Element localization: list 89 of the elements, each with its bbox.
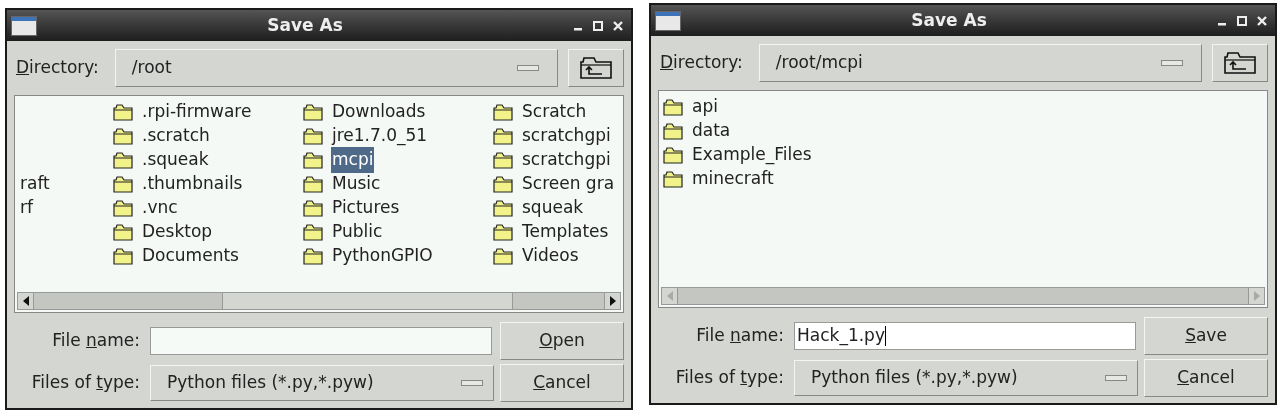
folder-icon xyxy=(303,175,323,193)
parent-folder-button[interactable] xyxy=(568,49,624,87)
folder-item[interactable]: Screen gra xyxy=(521,171,616,197)
folder-item[interactable]: .scratch xyxy=(141,123,211,149)
folder-item[interactable]: Downloads xyxy=(331,99,427,125)
file-type-dropdown[interactable]: Python files (*.py,*.pyw) xyxy=(150,365,494,401)
directory-label: Directory: xyxy=(659,51,743,75)
window-icon xyxy=(655,10,681,31)
folder-icon xyxy=(663,170,683,188)
parent-folder-button[interactable] xyxy=(1212,44,1268,82)
folder-item[interactable]: Music xyxy=(331,171,382,197)
file-item[interactable]: rf xyxy=(19,195,34,221)
folder-item[interactable]: Example_Files xyxy=(691,142,813,168)
window-title: Save As xyxy=(910,8,988,32)
folder-up-icon xyxy=(580,57,612,79)
folder-icon xyxy=(303,103,323,121)
cancel-button[interactable]: Cancel xyxy=(500,364,624,402)
folder-item[interactable]: Scratch xyxy=(521,99,588,125)
folder-item[interactable]: data xyxy=(691,118,732,144)
scrollbar-thumb[interactable] xyxy=(222,293,513,309)
maximize-icon[interactable] xyxy=(1237,15,1247,26)
folder-item[interactable]: Templates xyxy=(521,219,610,245)
close-icon[interactable] xyxy=(1257,15,1267,26)
scroll-left-icon[interactable] xyxy=(21,296,30,306)
folder-item[interactable]: Documents xyxy=(141,243,240,269)
folder-item[interactable]: squeak xyxy=(521,195,585,221)
folder-icon xyxy=(113,103,133,121)
cancel-button[interactable]: Cancel xyxy=(1144,359,1268,397)
folder-icon xyxy=(493,175,513,193)
maximize-icon[interactable] xyxy=(593,20,603,31)
primary-button[interactable]: Open xyxy=(500,322,624,360)
folder-item[interactable]: .vnc xyxy=(141,195,179,221)
folder-item[interactable]: Desktop xyxy=(141,219,214,245)
folder-item[interactable]: scratchgpi xyxy=(521,147,612,173)
horizontal-scrollbar[interactable] xyxy=(17,292,621,310)
folder-item[interactable]: mcpi xyxy=(331,147,375,173)
folder-icon xyxy=(303,199,323,217)
file-item[interactable]: raft xyxy=(19,171,51,197)
folder-item[interactable]: Videos xyxy=(521,243,580,269)
folder-icon xyxy=(303,247,323,265)
folder-item[interactable]: .thumbnails xyxy=(141,171,244,197)
primary-button[interactable]: Save xyxy=(1144,317,1268,355)
file-type-dropdown[interactable]: Python files (*.py,*.pyw) xyxy=(794,360,1138,396)
folder-icon xyxy=(303,127,323,145)
file-name-field[interactable]: Hack_1.py xyxy=(794,322,1136,350)
folder-icon xyxy=(113,175,133,193)
folder-icon xyxy=(493,151,513,169)
folder-icon xyxy=(493,223,513,241)
folder-up-icon xyxy=(1224,52,1256,74)
file-type-label: Files of type: xyxy=(674,366,784,390)
folder-item[interactable]: Pictures xyxy=(331,195,401,221)
dropdown-indicator-icon xyxy=(461,380,483,386)
folder-icon xyxy=(113,151,133,169)
folder-item[interactable]: PythonGPIO xyxy=(331,243,434,269)
folder-icon xyxy=(113,247,133,265)
file-name-field[interactable] xyxy=(150,327,492,355)
folder-icon xyxy=(303,223,323,241)
folder-item[interactable]: minecraft xyxy=(691,166,775,192)
file-name-label: File name: xyxy=(51,329,140,353)
folder-icon xyxy=(113,127,133,145)
folder-icon xyxy=(663,146,683,164)
dropdown-indicator-icon xyxy=(1161,60,1183,66)
file-type-label: Files of type: xyxy=(30,371,140,395)
directory-label: Directory: xyxy=(15,56,99,80)
folder-icon xyxy=(493,247,513,265)
window-icon xyxy=(11,15,37,36)
directory-dropdown[interactable]: /root/mcpi xyxy=(758,44,1202,82)
folder-icon xyxy=(493,103,513,121)
text-cursor xyxy=(884,326,886,346)
folder-item[interactable]: Public xyxy=(331,219,384,245)
folder-item[interactable]: jre1.7.0_51 xyxy=(331,123,429,149)
dropdown-indicator-icon xyxy=(517,65,539,71)
close-icon[interactable] xyxy=(613,20,623,31)
file-name-label: File name: xyxy=(695,324,784,348)
window-title: Save As xyxy=(266,13,344,37)
folder-item[interactable]: .squeak xyxy=(141,147,210,173)
folder-icon xyxy=(493,127,513,145)
folder-item[interactable]: api xyxy=(691,94,719,120)
folder-item[interactable]: .rpi-firmware xyxy=(141,99,253,125)
folder-icon xyxy=(663,98,683,116)
folder-icon xyxy=(663,122,683,140)
scroll-right-icon[interactable] xyxy=(608,296,617,306)
folder-icon xyxy=(303,151,323,169)
folder-item[interactable]: scratchgpi xyxy=(521,123,612,149)
folder-icon xyxy=(493,199,513,217)
folder-icon xyxy=(113,199,133,217)
directory-dropdown[interactable]: /root xyxy=(114,49,558,87)
folder-icon xyxy=(113,223,133,241)
dropdown-indicator-icon xyxy=(1105,375,1127,381)
